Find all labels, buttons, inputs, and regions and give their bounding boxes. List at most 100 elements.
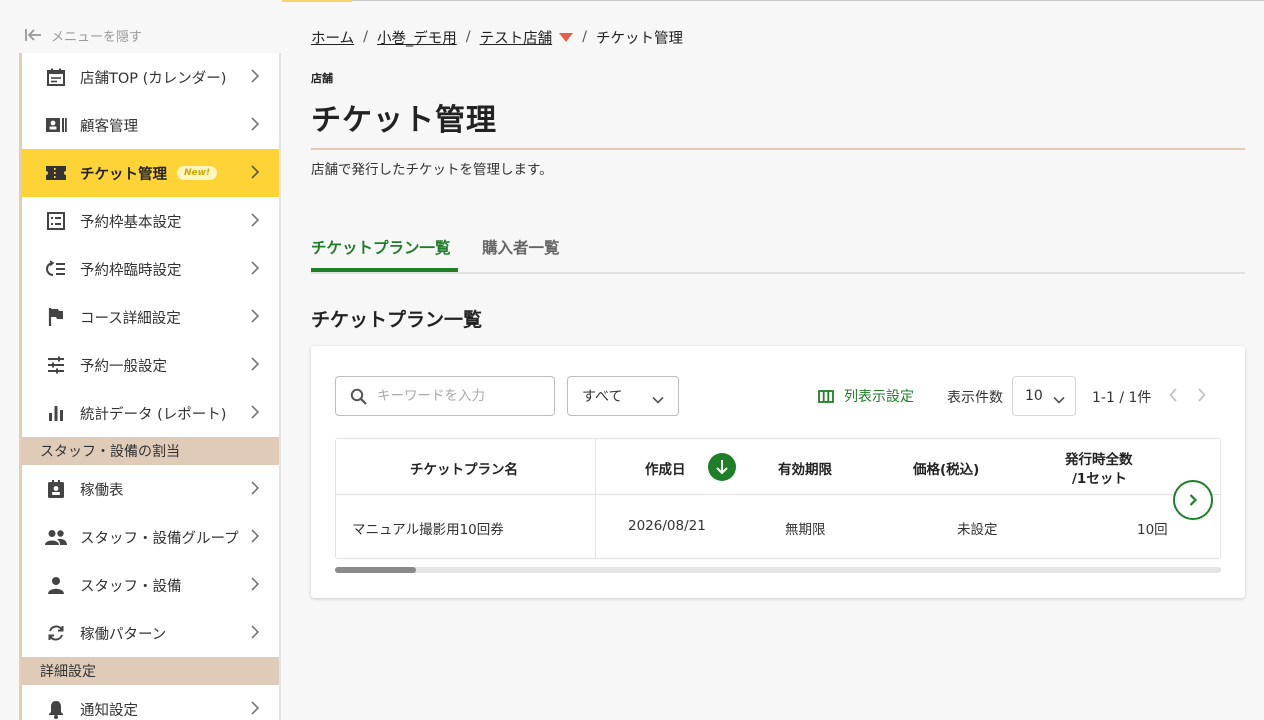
collapse-left-icon — [25, 29, 41, 41]
temp-settings-icon — [44, 257, 68, 281]
sidebar-item-label: 店舗TOP (カレンダー) — [80, 70, 227, 87]
chevron-down-icon — [1053, 392, 1065, 408]
top-accent — [272, 0, 352, 2]
person-icon — [44, 573, 68, 597]
cell-total-count: 10回 — [1137, 522, 1168, 538]
sidebar-item-label: 予約枠基本設定 — [80, 214, 182, 231]
sidebar-item-work-patterns[interactable]: 稼働パターン — [22, 609, 279, 657]
sidebar-menu: 店舗TOP (カレンダー) 顧客管理 チケット管理 New! 予約枠基本設定 予… — [19, 53, 281, 720]
breadcrumb-separator: / — [465, 29, 471, 45]
table-header: チケットプラン名 作成日 有効期限 価格(税込) 発行時全数 /1セット — [336, 439, 1220, 495]
page-title: チケット管理 — [311, 103, 497, 138]
breadcrumb-separator: / — [363, 29, 368, 45]
chevron-right-icon — [250, 405, 260, 423]
pagination-info: 1-1 / 1件 — [1092, 390, 1152, 406]
column-settings-button[interactable]: 列表示設定 — [818, 384, 914, 408]
arrow-down-icon — [716, 460, 728, 475]
sidebar-item-work-schedule[interactable]: 稼働表 — [22, 465, 279, 513]
calendar-icon — [44, 65, 68, 89]
table-row[interactable]: マニュアル撮影用10回券 2026/08/21 無期限 未設定 10回 — [336, 495, 1220, 558]
sidebar-item-customers[interactable]: 顧客管理 — [22, 101, 279, 149]
bell-icon — [44, 697, 68, 720]
sidebar-item-notifications[interactable]: 通知設定 — [22, 685, 279, 720]
breadcrumb-separator: / — [582, 29, 587, 45]
tab-buyers[interactable]: 購入者一覧 — [482, 236, 560, 272]
breadcrumb-current: チケット管理 — [596, 30, 683, 47]
sliders-icon — [44, 353, 68, 377]
ticket-plan-card: すべて 列表示設定 表示件数 10 1-1 / 1件 チケットプラン名 作成日 … — [311, 346, 1245, 598]
hide-menu-label: メニューを隠す — [51, 29, 143, 45]
sidebar-item-label: 予約枠臨時設定 — [80, 262, 182, 279]
list-icon — [44, 209, 68, 233]
tab-bar: チケットプラン一覧 購入者一覧 — [311, 226, 1245, 274]
sidebar-item-staff-groups[interactable]: スタッフ・設備グループ — [22, 513, 279, 561]
tab-ticket-plans[interactable]: チケットプラン一覧 — [311, 236, 458, 272]
hide-menu-button[interactable]: メニューを隠す — [24, 25, 142, 45]
sidebar-item-label: スタッフ・設備 — [80, 578, 182, 595]
group-icon — [44, 525, 68, 549]
sidebar-item-label: 統計データ (レポート) — [80, 406, 227, 423]
sidebar: メニューを隠す 店舗TOP (カレンダー) 顧客管理 チケット管理 New! 予… — [0, 0, 282, 720]
chevron-right-icon — [250, 69, 260, 87]
header-validity: 有効期限 — [778, 462, 832, 478]
chevron-right-icon — [250, 625, 260, 643]
sidebar-item-label: 稼働パターン — [80, 626, 167, 643]
title-divider — [311, 148, 1245, 150]
bar-chart-icon — [44, 401, 68, 425]
filter-select-value: すべて — [582, 389, 623, 405]
sort-descending-button[interactable] — [708, 453, 736, 481]
sidebar-item-label: 予約一般設定 — [80, 358, 167, 375]
header-created-date[interactable]: 作成日 — [645, 458, 686, 478]
section-title: チケットプラン一覧 — [311, 309, 483, 331]
sidebar-item-label: 顧客管理 — [80, 118, 138, 135]
sidebar-item-ticket-management[interactable]: チケット管理 New! — [22, 149, 279, 197]
search-input[interactable] — [377, 388, 537, 404]
contact-card-icon — [44, 113, 68, 137]
store-dropdown-caret-icon[interactable] — [559, 32, 574, 42]
cell-plan-name[interactable]: マニュアル撮影用10回券 — [352, 518, 504, 538]
horizontal-scrollbar[interactable] — [335, 567, 1221, 573]
cell-validity: 無期限 — [785, 522, 826, 538]
header-plan-name: チケットプラン名 — [410, 462, 518, 478]
chevron-right-icon — [250, 701, 260, 719]
sync-icon — [44, 621, 68, 645]
filter-select[interactable]: すべて — [567, 376, 679, 416]
previous-page-icon[interactable] — [1169, 387, 1178, 406]
chevron-right-icon — [250, 481, 260, 499]
sidebar-item-label: スタッフ・設備グループ — [80, 530, 239, 547]
flag-icon — [44, 305, 68, 329]
sidebar-item-label: 稼働表 — [80, 482, 124, 499]
new-badge: New! — [177, 166, 218, 180]
sidebar-item-general-settings[interactable]: 予約一般設定 — [22, 341, 279, 389]
header-price: 価格(税込) — [913, 462, 980, 478]
search-box[interactable] — [335, 376, 555, 416]
sidebar-item-store-top[interactable]: 店舗TOP (カレンダー) — [22, 53, 279, 101]
header-total-count-per-set: /1セット — [1072, 471, 1127, 487]
sidebar-item-course-details[interactable]: コース詳細設定 — [22, 293, 279, 341]
sidebar-section-staff: スタッフ・設備の割当 — [22, 437, 279, 465]
sidebar-item-slot-temporary[interactable]: 予約枠臨時設定 — [22, 245, 279, 293]
page-description: 店舗で発行したチケットを管理します。 — [311, 162, 553, 178]
chevron-right-icon — [250, 213, 260, 231]
cell-created-date: 2026/08/21 — [628, 518, 706, 534]
breadcrumb-home-link[interactable]: ホーム — [311, 27, 354, 48]
header-total-count: 発行時全数 — [1065, 452, 1133, 468]
scroll-right-button[interactable] — [1173, 480, 1213, 520]
sidebar-item-label: チケット管理 — [80, 166, 167, 183]
sidebar-item-staff[interactable]: スタッフ・設備 — [22, 561, 279, 609]
column-settings-label: 列表示設定 — [844, 389, 914, 405]
scrollbar-thumb[interactable] — [335, 567, 416, 573]
breadcrumb-store-link[interactable]: テスト店舗 — [480, 27, 553, 48]
sticky-column-divider — [595, 439, 596, 558]
breadcrumb-org-link[interactable]: 小巻_デモ用 — [377, 27, 457, 48]
sidebar-item-label: 通知設定 — [80, 702, 138, 719]
next-page-icon[interactable] — [1197, 387, 1206, 406]
chevron-right-icon — [250, 529, 260, 547]
sidebar-item-statistics[interactable]: 統計データ (レポート) — [22, 389, 279, 437]
per-page-select[interactable]: 10 — [1012, 376, 1076, 416]
cell-price: 未設定 — [957, 522, 998, 538]
chevron-down-icon — [652, 392, 664, 408]
chevron-right-icon — [250, 165, 260, 183]
sidebar-section-detail: 詳細設定 — [22, 657, 279, 685]
sidebar-item-slot-basic[interactable]: 予約枠基本設定 — [22, 197, 279, 245]
